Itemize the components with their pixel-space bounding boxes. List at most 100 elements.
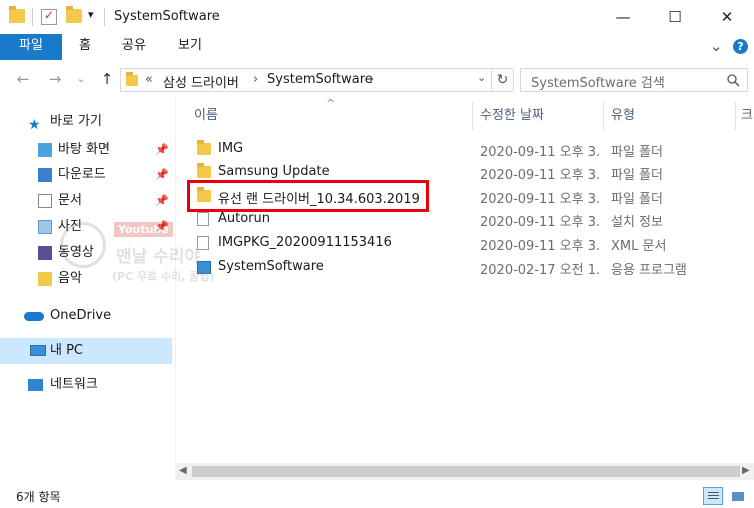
- tab-share[interactable]: 공유: [116, 34, 152, 60]
- large-icons-view-icon[interactable]: [727, 487, 747, 505]
- help-icon[interactable]: ?: [733, 39, 748, 54]
- ribbon-expand-icon[interactable]: ⌄: [710, 37, 723, 55]
- details-view-icon[interactable]: [703, 487, 723, 505]
- column-divider[interactable]: [603, 102, 604, 130]
- highlight-box: [187, 180, 429, 212]
- recent-locations-button[interactable]: ⌄: [70, 72, 92, 92]
- horizontal-scrollbar[interactable]: ◀ ▶: [176, 463, 754, 480]
- settings-file-icon: [197, 212, 209, 226]
- nav-label: 네트워크: [50, 377, 98, 392]
- column-header-name[interactable]: 이름: [194, 104, 218, 128]
- file-row[interactable]: IMGPKG_20200911153416 2020-09-11 오후 3...…: [194, 232, 734, 256]
- desktop-icon: [38, 143, 52, 157]
- address-dropdown-icon[interactable]: ⌄: [477, 71, 486, 84]
- forward-button[interactable]: →: [44, 70, 66, 90]
- nav-onedrive[interactable]: OneDrive: [0, 304, 172, 328]
- onedrive-icon: [24, 312, 44, 321]
- title-bar: ✓ ▾ SystemSoftware — ☐ ✕: [0, 0, 754, 34]
- pictures-icon: [38, 220, 52, 234]
- folder-icon: [197, 163, 211, 178]
- scrollbar-thumb[interactable]: [192, 466, 740, 477]
- address-row: ← → ⌄ ↑ « 삼성 드라이버 › SystemSoftware › ⌄ ↻…: [0, 62, 754, 98]
- nav-item-desktop[interactable]: 바탕 화면 📌: [0, 138, 172, 162]
- column-divider[interactable]: [735, 102, 736, 130]
- pin-icon[interactable]: 📌: [155, 189, 169, 213]
- file-row[interactable]: SystemSoftware 2020-02-17 오전 1... 응용 프로그…: [194, 256, 734, 280]
- tab-file[interactable]: 파일: [0, 34, 62, 60]
- nav-label: 다운로드: [58, 167, 106, 182]
- maximize-button[interactable]: ☐: [652, 0, 698, 33]
- watermark-youtube: Youtube: [114, 222, 173, 237]
- folder-icon: [197, 140, 211, 155]
- close-button[interactable]: ✕: [704, 0, 750, 33]
- address-bar[interactable]: « 삼성 드라이버 › SystemSoftware › ⌄: [120, 68, 492, 92]
- file-list: ^ 이름 수정한 날짜 유형 크 IMG 2020-09-11 오후 3... …: [176, 97, 754, 484]
- nav-label: 바로 가기: [50, 114, 102, 129]
- file-name: Samsung Update: [218, 164, 330, 179]
- file-name: IMG: [218, 141, 244, 156]
- quick-access-dropdown-icon[interactable]: ▾: [88, 8, 94, 21]
- file-type: 파일 폴더: [611, 192, 663, 207]
- watermark-subtitle: (PC 무료 수리, 꿀팁): [112, 270, 215, 283]
- nav-item-downloads[interactable]: 다운로드 📌: [0, 163, 172, 187]
- nav-label: 바탕 화면: [58, 142, 110, 157]
- pin-icon[interactable]: 📌: [155, 138, 169, 162]
- column-header-date[interactable]: 수정한 날짜: [480, 104, 544, 128]
- pin-icon[interactable]: 📌: [155, 163, 169, 187]
- tab-view[interactable]: 보기: [170, 34, 210, 60]
- back-button[interactable]: ←: [12, 70, 34, 90]
- file-type: 파일 폴더: [611, 145, 663, 160]
- tab-home[interactable]: 홈: [70, 34, 100, 60]
- search-input[interactable]: SystemSoftware 검색: [520, 68, 748, 92]
- file-row[interactable]: IMG 2020-09-11 오후 3... 파일 폴더: [194, 138, 734, 162]
- navigation-pane: ★ 바로 가기 바탕 화면 📌 다운로드 📌 문서 📌 사진 📌 동영상 음악 …: [0, 98, 175, 480]
- watermark-title: 맨날 수리야: [116, 247, 201, 267]
- up-button[interactable]: ↑: [96, 70, 118, 90]
- folder-icon: [126, 72, 138, 86]
- ribbon-tabs: 파일 홈 공유 보기 ⌄ ?: [0, 34, 754, 60]
- nav-quick-access[interactable]: ★ 바로 가기: [0, 110, 172, 134]
- nav-this-pc[interactable]: 내 PC: [0, 338, 172, 364]
- nav-item-documents[interactable]: 문서 📌: [0, 189, 172, 213]
- downloads-icon: [38, 168, 52, 182]
- file-date: 2020-02-17 오전 1...: [480, 263, 600, 278]
- file-type: 응용 프로그램: [611, 263, 687, 278]
- refresh-button[interactable]: ↻: [492, 68, 514, 92]
- file-name: IMGPKG_20200911153416: [218, 235, 392, 250]
- file-name: Autorun: [218, 211, 271, 226]
- file-date: 2020-09-11 오후 3...: [480, 168, 600, 183]
- column-header-type[interactable]: 유형: [611, 104, 635, 128]
- nav-label: OneDrive: [50, 308, 112, 323]
- search-icon: [727, 74, 740, 87]
- videos-icon: [38, 246, 52, 260]
- sort-indicator-icon: ^: [326, 97, 336, 110]
- address-overflow[interactable]: «: [145, 72, 153, 87]
- column-header-size[interactable]: 크: [741, 104, 753, 128]
- star-icon: ★: [28, 117, 41, 133]
- breadcrumb-chevron-icon[interactable]: ›: [253, 72, 258, 87]
- properties-icon[interactable]: ✓: [41, 8, 57, 25]
- file-date: 2020-09-11 오후 3...: [480, 145, 600, 160]
- minimize-button[interactable]: —: [600, 0, 646, 33]
- breadcrumb-chevron-icon[interactable]: ›: [369, 72, 374, 87]
- scroll-left-icon[interactable]: ◀: [179, 465, 187, 476]
- file-type: XML 문서: [611, 239, 667, 254]
- nav-label: 문서: [58, 193, 82, 208]
- new-folder-icon[interactable]: [66, 6, 82, 23]
- file-name: SystemSoftware: [218, 259, 324, 274]
- breadcrumb-systemsoftware[interactable]: SystemSoftware: [267, 72, 373, 87]
- window-title: SystemSoftware: [114, 9, 220, 24]
- breadcrumb-samsung-driver[interactable]: 삼성 드라이버: [163, 72, 239, 91]
- status-bar: 6개 항목: [0, 484, 754, 508]
- nav-network[interactable]: 네트워크: [0, 373, 172, 397]
- file-type: 파일 폴더: [611, 168, 663, 183]
- file-date: 2020-09-11 오후 3...: [480, 192, 600, 207]
- item-count: 6개 항목: [16, 490, 61, 504]
- file-type: 설치 정보: [611, 215, 663, 230]
- divider: [104, 8, 105, 26]
- documents-icon: [38, 194, 52, 208]
- scroll-right-icon[interactable]: ▶: [742, 465, 750, 476]
- watermark-logo-icon: [60, 222, 106, 268]
- file-date: 2020-09-11 오후 3...: [480, 215, 600, 230]
- column-divider[interactable]: [472, 102, 473, 130]
